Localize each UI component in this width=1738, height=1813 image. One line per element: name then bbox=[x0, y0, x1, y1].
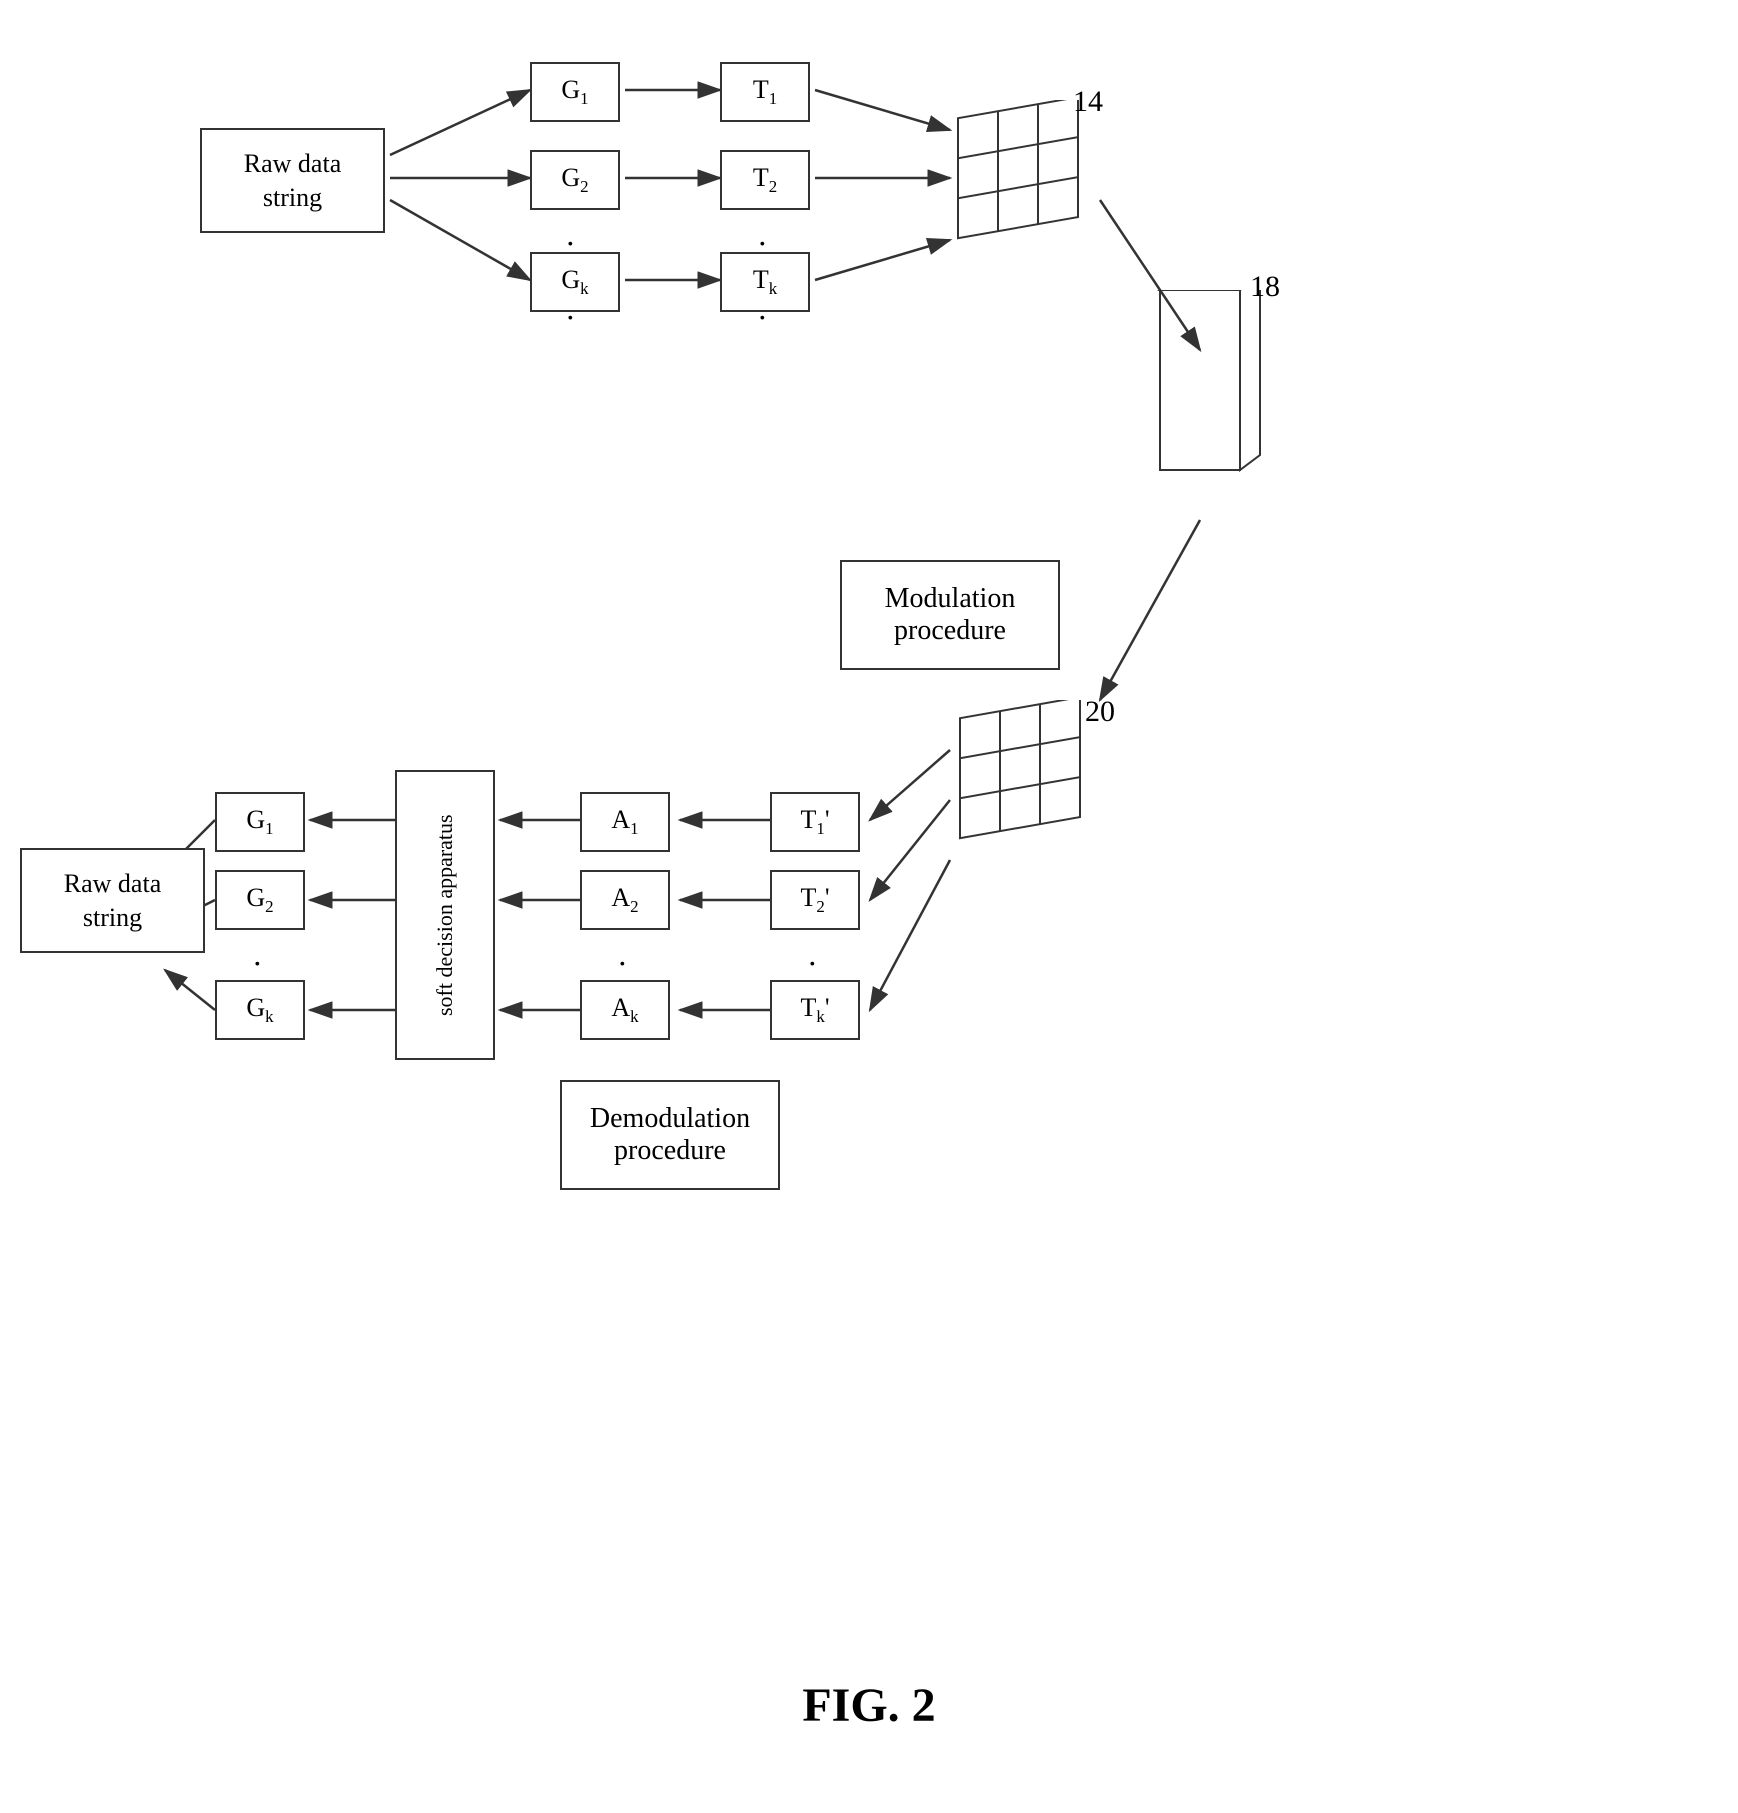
g1-bottom: G1 bbox=[215, 792, 305, 852]
ref-18-label: 18 bbox=[1250, 270, 1280, 304]
raw-data-bottom: Raw data string bbox=[20, 848, 205, 953]
ref-14-label: 14 bbox=[1073, 85, 1103, 119]
a1: A1 bbox=[580, 792, 670, 852]
t2-prime: T2' bbox=[770, 870, 860, 930]
figure-caption: FIG. 2 bbox=[719, 1678, 1019, 1733]
diagram: Raw data string G1 G2 ··· Gk T1 T2 ··· T… bbox=[0, 0, 1738, 1813]
raw-data-top: Raw data string bbox=[200, 128, 385, 233]
g1-top: G1 bbox=[530, 62, 620, 122]
t1-prime: T1' bbox=[770, 792, 860, 852]
g2-bottom: G2 bbox=[215, 870, 305, 930]
gk-top: Gk bbox=[530, 252, 620, 312]
soft-decision-box: soft decision apparatus bbox=[395, 770, 495, 1060]
a2: A2 bbox=[580, 870, 670, 930]
modulation-box: Modulation procedure bbox=[840, 560, 1060, 670]
t1-top: T1 bbox=[720, 62, 810, 122]
ref-20-label: 20 bbox=[1085, 695, 1115, 729]
tk-prime: Tk' bbox=[770, 980, 860, 1040]
g2-top: G2 bbox=[530, 150, 620, 210]
gk-bottom: Gk bbox=[215, 980, 305, 1040]
t2-top: T2 bbox=[720, 150, 810, 210]
grid-20: 20 bbox=[950, 700, 1105, 875]
grid-14: 14 bbox=[948, 100, 1103, 275]
ak: Ak bbox=[580, 980, 670, 1040]
demodulation-box: Demodulation procedure bbox=[560, 1080, 780, 1190]
tk-top: Tk bbox=[720, 252, 810, 312]
grid-18: 18 bbox=[1150, 290, 1270, 515]
